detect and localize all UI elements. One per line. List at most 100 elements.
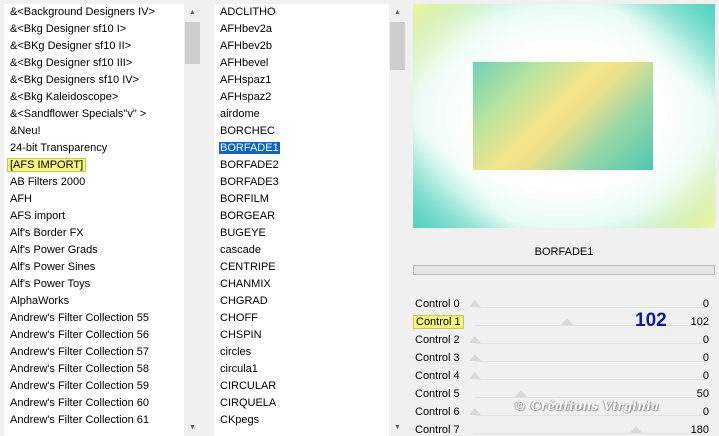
- category-item[interactable]: AB Filters 2000: [4, 174, 184, 191]
- category-item[interactable]: Andrew's Filter Collection 56: [4, 327, 184, 344]
- category-item[interactable]: Andrew's Filter Collection 59: [4, 378, 184, 395]
- filter-item[interactable]: BORFADE2: [214, 157, 389, 174]
- scroll-up-icon[interactable]: ▲: [389, 4, 406, 21]
- control-row[interactable]: Control 7 180: [413, 422, 715, 436]
- control-value: 102: [690, 316, 709, 328]
- filter-item-label: AFHbev2a: [220, 23, 272, 35]
- category-item[interactable]: &<Bkg Designer sf10 I>: [4, 21, 184, 38]
- progress-bar: [413, 265, 715, 275]
- filter-item[interactable]: AFHspaz2: [214, 89, 389, 106]
- filter-item-label: AFHspaz2: [220, 91, 272, 103]
- filter-item[interactable]: BORFADE3: [214, 174, 389, 191]
- filter-item[interactable]: cascade: [214, 242, 389, 259]
- control-row[interactable]: Control 4 0: [413, 368, 715, 386]
- control-slider-thumb[interactable]: [469, 300, 481, 307]
- category-list-scrollbar[interactable]: ▲ ▼: [184, 4, 201, 436]
- category-item[interactable]: Alf's Border FX: [4, 225, 184, 242]
- filter-item-label: ADCLITHO: [220, 6, 276, 18]
- control-slider-thumb[interactable]: [469, 354, 481, 361]
- scroll-down-icon[interactable]: ▼: [184, 419, 201, 436]
- category-item-label: Andrew's Filter Collection 58: [10, 363, 150, 375]
- filter-item[interactable]: ADCLITHO: [214, 4, 389, 21]
- category-item[interactable]: 24-bit Transparency: [4, 140, 184, 157]
- scroll-thumb[interactable]: [185, 22, 200, 64]
- filter-item[interactable]: CHSPIN: [214, 327, 389, 344]
- filter-item[interactable]: CHANMIX: [214, 276, 389, 293]
- control-slider-thumb[interactable]: [469, 336, 481, 343]
- category-item[interactable]: &<Bkg Kaleidoscope>: [4, 89, 184, 106]
- category-item-label: AlphaWorks: [10, 295, 70, 307]
- control-row[interactable]: Control 2 0: [413, 332, 715, 350]
- filter-item[interactable]: AFHbev2a: [214, 21, 389, 38]
- category-item[interactable]: Andrew's Filter Collection 55: [4, 310, 184, 327]
- category-item[interactable]: &Neu!: [4, 123, 184, 140]
- control-slider-track[interactable]: [475, 433, 705, 434]
- filter-item[interactable]: CHGRAD: [214, 293, 389, 310]
- category-item[interactable]: &<Sandflower Specials"v" >: [4, 106, 184, 123]
- filter-item[interactable]: circles: [214, 344, 389, 361]
- control-slider-track[interactable]: [475, 415, 705, 416]
- scroll-down-icon[interactable]: ▼: [389, 419, 406, 436]
- filter-item-label: AFHbev2b: [220, 40, 272, 52]
- filter-item-label: CENTRIPE: [220, 261, 276, 273]
- category-item[interactable]: &<BKg Designer sf10 II>: [4, 38, 184, 55]
- control-slider-track[interactable]: [475, 343, 705, 344]
- control-slider-thumb[interactable]: [630, 426, 642, 433]
- filter-item[interactable]: AFHbev2b: [214, 38, 389, 55]
- control-row[interactable]: Control 0 0: [413, 296, 715, 314]
- control-slider-thumb[interactable]: [469, 372, 481, 379]
- filter-item[interactable]: BUGEYE: [214, 225, 389, 242]
- category-item-label: Andrew's Filter Collection 61: [10, 414, 150, 426]
- filter-item[interactable]: CIRQUELA: [214, 395, 389, 412]
- category-item[interactable]: Andrew's Filter Collection 58: [4, 361, 184, 378]
- filter-item[interactable]: CKpegs: [214, 412, 389, 429]
- filter-item[interactable]: airdome: [214, 106, 389, 123]
- category-item[interactable]: Alf's Power Sines: [4, 259, 184, 276]
- control-slider-thumb[interactable]: [561, 318, 573, 325]
- control-slider-track[interactable]: [475, 325, 705, 326]
- filter-item[interactable]: CHOFF: [214, 310, 389, 327]
- filter-item[interactable]: AFHbevel: [214, 55, 389, 72]
- category-item[interactable]: &<Bkg Designer sf10 III>: [4, 55, 184, 72]
- filter-item[interactable]: BORCHEC: [214, 123, 389, 140]
- category-item[interactable]: Andrew's Filter Collection 57: [4, 344, 184, 361]
- category-item-label: Alf's Power Toys: [10, 278, 91, 290]
- control-slider-track[interactable]: [475, 307, 705, 308]
- control-label: Control 4: [415, 370, 460, 382]
- category-item[interactable]: AFS import: [4, 208, 184, 225]
- control-slider-track[interactable]: [475, 361, 705, 362]
- category-item[interactable]: [AFS IMPORT]: [4, 157, 184, 174]
- filter-list-scrollbar[interactable]: ▲ ▼: [389, 4, 406, 436]
- category-item[interactable]: AlphaWorks: [4, 293, 184, 310]
- category-item[interactable]: Andrew's Filter Collection 60: [4, 395, 184, 412]
- filter-item[interactable]: AFHspaz1: [214, 72, 389, 89]
- control-slider-thumb[interactable]: [515, 390, 527, 397]
- filter-item[interactable]: BORGEAR: [214, 208, 389, 225]
- category-item-label: Alf's Power Grads: [10, 244, 98, 256]
- category-item[interactable]: &<Bkg Designers sf10 IV>: [4, 72, 184, 89]
- category-item-label: Andrew's Filter Collection 55: [10, 312, 150, 324]
- scroll-up-icon[interactable]: ▲: [184, 4, 201, 21]
- control-slider-track[interactable]: [475, 397, 705, 398]
- control-slider-thumb[interactable]: [469, 408, 481, 415]
- scroll-thumb[interactable]: [390, 22, 405, 70]
- category-item[interactable]: Alf's Power Grads: [4, 242, 184, 259]
- control-row[interactable]: Control 1 102 102: [413, 310, 715, 332]
- control-value: 0: [702, 298, 709, 310]
- filter-list[interactable]: ADCLITHO AFHbev2a AFHbev2b AFHbevel AFHspaz1…: [214, 4, 389, 436]
- filter-item[interactable]: CIRCULAR: [214, 378, 389, 395]
- control-row[interactable]: Control 3 0: [413, 350, 715, 368]
- category-item[interactable]: Alf's Power Toys: [4, 276, 184, 293]
- category-item-label: Alf's Power Sines: [10, 261, 96, 273]
- category-item[interactable]: AFH: [4, 191, 184, 208]
- category-list[interactable]: &<Background Designers IV> &<Bkg Designer…: [4, 4, 184, 436]
- filter-item[interactable]: circula1: [214, 361, 389, 378]
- control-label: Control 0: [415, 298, 460, 310]
- control-value: 0: [702, 352, 709, 364]
- category-item[interactable]: Andrew's Filter Collection 61: [4, 412, 184, 429]
- category-item[interactable]: &<Background Designers IV>: [4, 4, 184, 21]
- filter-item[interactable]: CENTRIPE: [214, 259, 389, 276]
- filter-item[interactable]: BORFADE1: [214, 140, 389, 157]
- control-slider-track[interactable]: [475, 379, 705, 380]
- filter-item[interactable]: BORFILM: [214, 191, 389, 208]
